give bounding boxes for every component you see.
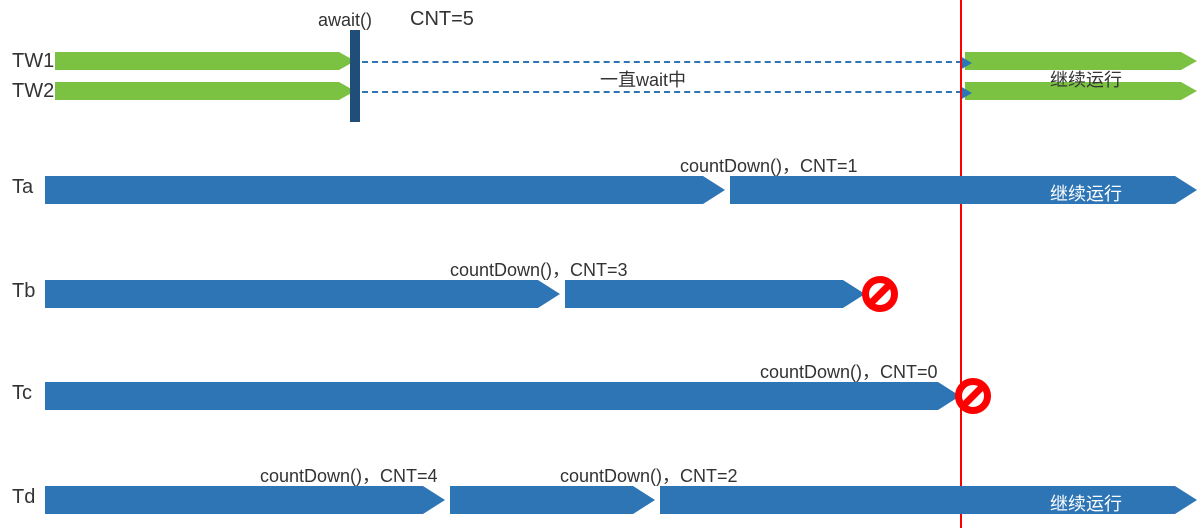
row-label-tb: Tb xyxy=(12,280,35,303)
tw1-wait-line xyxy=(362,61,962,63)
ta-arrow-1 xyxy=(45,176,725,204)
tb-arrow-1 xyxy=(45,280,560,308)
tw2-run-arrow xyxy=(55,82,355,100)
tw-continue-label: 继续运行 xyxy=(1050,66,1122,92)
td-arrow-1 xyxy=(45,486,445,514)
row-label-ta: Ta xyxy=(12,176,33,199)
tw1-run-arrow xyxy=(55,52,355,70)
td-continue-label: 继续运行 xyxy=(1050,490,1122,516)
cnt-zero-line xyxy=(960,0,962,528)
cnt-initial-label: CNT=5 xyxy=(410,8,474,31)
ta-continue-label: 继续运行 xyxy=(1050,180,1122,206)
waiting-label: 一直wait中 xyxy=(600,66,686,92)
tc-arrow-1 xyxy=(45,382,960,410)
await-bar xyxy=(350,30,360,122)
tc-event-label: countDown()，CNT=0 xyxy=(760,358,938,384)
row-label-td: Td xyxy=(12,486,35,509)
tb-arrow-2 xyxy=(565,280,865,308)
tc-stop-icon xyxy=(955,378,991,414)
td-arrow-2 xyxy=(450,486,655,514)
td-event2-label: countDown()，CNT=2 xyxy=(560,462,738,488)
row-label-tw2: TW2 xyxy=(12,80,54,103)
tb-event-label: countDown()，CNT=3 xyxy=(450,256,628,282)
row-label-tw1: TW1 xyxy=(12,50,54,73)
ta-event-label: countDown()，CNT=1 xyxy=(680,152,858,178)
ta-arrow-2 xyxy=(730,176,1197,204)
td-event1-label: countDown()，CNT=4 xyxy=(260,462,438,488)
await-label: await() xyxy=(318,10,372,31)
tb-stop-icon xyxy=(862,276,898,312)
row-label-tc: Tc xyxy=(12,382,32,405)
